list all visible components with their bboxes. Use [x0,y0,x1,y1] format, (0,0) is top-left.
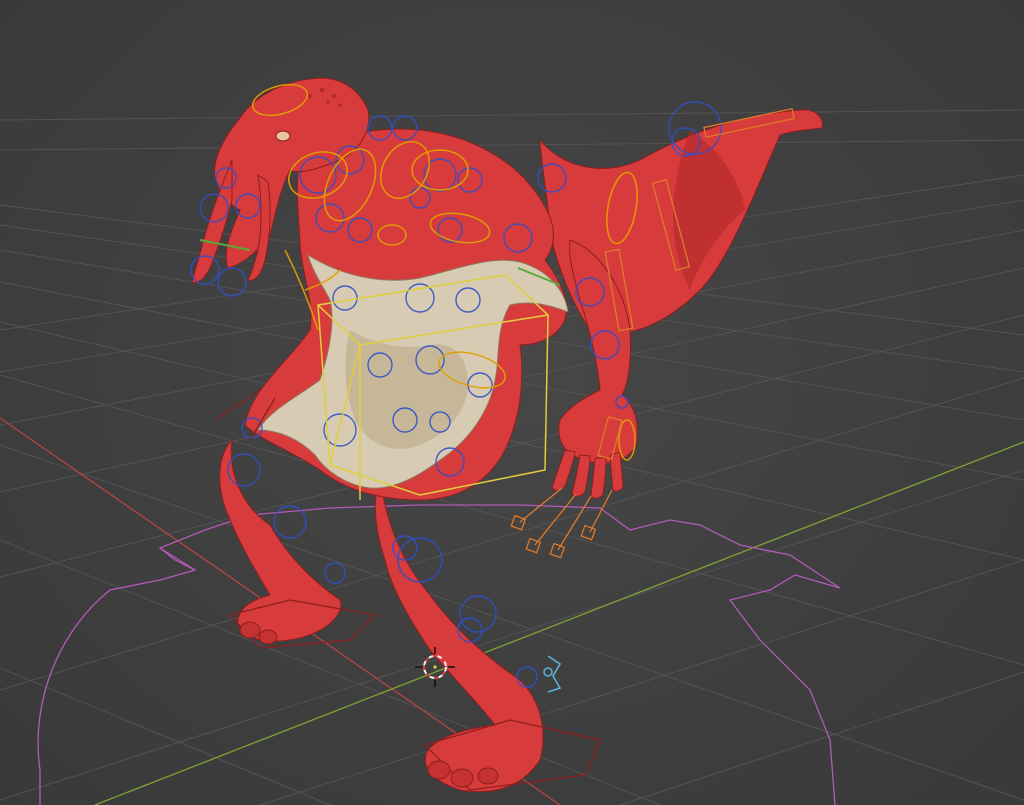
foot-pivot-widget[interactable] [543,655,562,693]
eye [275,130,291,142]
creature-mesh[interactable] [191,77,824,793]
viewport-scene[interactable] [0,0,1024,805]
3d-viewport[interactable] [0,0,1024,805]
